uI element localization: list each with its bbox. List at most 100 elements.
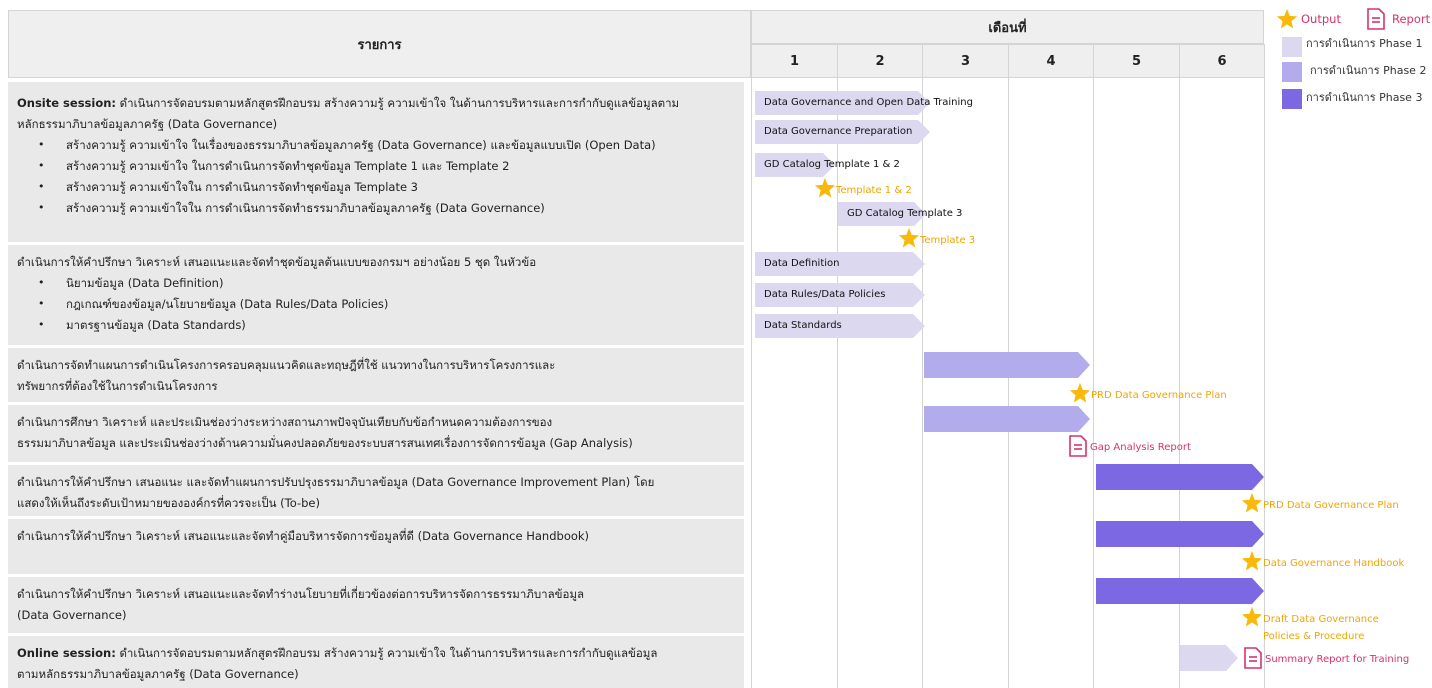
timeline-bar-phase3 xyxy=(1096,521,1264,547)
bar-arrow xyxy=(1096,578,1264,604)
grid-line xyxy=(922,72,923,688)
timeline-bar-phase3 xyxy=(1096,464,1264,490)
milestone-label: Template 1 & 2 xyxy=(836,185,912,196)
task-description-line: ดำเนินการให้คำปรึกษา เสนอแนะ และจัดทำแผน… xyxy=(17,475,654,489)
bar-arrow xyxy=(1180,645,1238,671)
bullet-dot: • xyxy=(38,138,45,151)
timeline-bar-phase2 xyxy=(924,406,1090,432)
output-legend-label: Output xyxy=(1301,12,1341,26)
star-shape xyxy=(1241,492,1263,513)
report-legend-label: Report xyxy=(1392,12,1431,26)
month-cell-1: 1 xyxy=(751,44,838,78)
task-row xyxy=(8,519,744,574)
task-row xyxy=(8,577,744,633)
phase1-swatch xyxy=(1282,37,1302,57)
task-description-line: ดำเนินการให้คำปรึกษา วิเคราะห์ เสนอแนะแล… xyxy=(17,255,536,269)
months-header: เดือนที่ xyxy=(751,10,1264,44)
bar-shape xyxy=(924,352,1090,378)
grid-line xyxy=(751,72,752,688)
bar-label: Data Rules/Data Policies xyxy=(764,289,886,300)
bullet-item: นิยามข้อมูล (Data Definition) xyxy=(66,276,224,290)
task-text: ดำเนินการให้คำปรึกษา วิเคราะห์ เสนอแนะแล… xyxy=(17,255,537,269)
grid-line xyxy=(1008,72,1009,688)
milestone-label: Summary Report for Training xyxy=(1265,654,1410,665)
month-number: 4 xyxy=(1046,53,1056,69)
timeline-bar-phase1 xyxy=(1180,645,1238,671)
milestone-label: PRD Data Governance Plan xyxy=(1263,500,1399,511)
session-type-label: Onsite session: xyxy=(17,96,117,110)
bullet-item: สร้างความรู้ ความเข้าใจ ในการดำเนินการจั… xyxy=(66,159,510,173)
bullet-dot: • xyxy=(38,297,45,310)
milestone-label: Template 3 xyxy=(920,235,976,246)
timeline-bar-phase1: GD Catalog Template 3 xyxy=(838,202,962,226)
task-description-line: ดำเนินการจัดทำแผนการดำเนินโครงการครอบคลุ… xyxy=(17,358,555,372)
task-text: ดำเนินการให้คำปรึกษา วิเคราะห์ เสนอแนะแล… xyxy=(17,529,590,543)
month-cell-3: 3 xyxy=(922,44,1009,78)
task-text: ดำเนินการจัดทำแผนการดำเนินโครงการครอบคลุ… xyxy=(17,358,556,372)
report-document-icon xyxy=(1244,647,1262,669)
milestone-label: Data Governance Handbook xyxy=(1263,558,1405,569)
task-text: ดำเนินการให้คำปรึกษา วิเคราะห์ เสนอแนะแล… xyxy=(17,587,585,601)
milestone-label-line2: Policies & Procedure xyxy=(1263,631,1365,642)
bullet-dot: • xyxy=(38,318,45,331)
milestone-label: Gap Analysis Report xyxy=(1090,442,1191,453)
bar-shape xyxy=(1096,521,1264,547)
task-text: ตามหลักธรรมาภิบาลข้อมูลภาครัฐ (Data Gove… xyxy=(17,667,299,681)
star-shape xyxy=(1241,550,1263,571)
task-description-line: แสดงให้เห็นถึงระดับเป้าหมายขององค์กรที่ค… xyxy=(17,496,320,510)
month-number: 3 xyxy=(960,53,971,69)
bar-arrow xyxy=(924,406,1090,432)
bullet-item: สร้างความรู้ ความเข้าใจใน การดำเนินการจั… xyxy=(66,201,545,215)
grid-line xyxy=(1093,72,1094,688)
star-shape xyxy=(1276,8,1298,29)
task-text: ธรรมมาภิบาลข้อมูล และประเมินช่องว่างด้าน… xyxy=(17,436,633,450)
bullet-dot: • xyxy=(38,180,45,193)
task-description-line: ดำเนินการให้คำปรึกษา วิเคราะห์ เสนอแนะแล… xyxy=(17,587,584,601)
task-description-line: ทรัพยากรที่ต้องใช้ในการดำเนินโครงการ xyxy=(17,379,218,393)
output-star-icon xyxy=(1069,382,1091,403)
phase2-swatch xyxy=(1282,62,1302,82)
star-shape xyxy=(814,177,836,198)
task-description-line: (Data Governance) xyxy=(17,608,126,622)
month-number: 2 xyxy=(875,53,885,69)
milestone-label: Draft Data Governance xyxy=(1263,614,1379,625)
bar-label: Data Definition xyxy=(764,258,840,269)
bullet-item: สร้างความรู้ ความเข้าใจใน การดำเนินการจั… xyxy=(66,180,419,194)
bullet-dot: • xyxy=(38,276,45,289)
month-number: 5 xyxy=(1131,53,1142,69)
phase3-swatch xyxy=(1282,89,1302,109)
task-description-line: Onsite session: ดำเนินการจัดอบรมตามหลักส… xyxy=(17,96,679,110)
items-header: รายการ xyxy=(8,10,751,78)
milestone-label: PRD Data Governance Plan xyxy=(1091,390,1227,401)
bar-label: GD Catalog Template 1 & 2 xyxy=(764,159,900,170)
output-star-icon xyxy=(1241,550,1263,571)
report-document-icon xyxy=(1069,435,1087,457)
bar-arrow xyxy=(924,352,1090,378)
star-shape xyxy=(1069,382,1091,403)
session-type-label: Online session: xyxy=(17,646,116,660)
task-row xyxy=(8,348,744,402)
grid-line xyxy=(1264,72,1265,688)
bar-label: Data Governance and Open Data Training xyxy=(764,97,973,108)
bullet-item: สร้างความรู้ ความเข้าใจ ในเรื่องของธรรมา… xyxy=(66,138,656,152)
phase3-legend-label: การดำเนินการ Phase 3 xyxy=(1306,91,1423,104)
output-star-icon xyxy=(1241,606,1263,627)
months-header-label: เดือนที่ xyxy=(988,20,1027,36)
bar-label: Data Governance Preparation xyxy=(764,126,913,137)
star-shape xyxy=(1241,606,1263,627)
timeline-bar-phase1: Data Definition xyxy=(755,252,925,276)
bar-shape xyxy=(1096,578,1264,604)
phase1-legend-label: การดำเนินการ Phase 1 xyxy=(1306,37,1423,50)
task-text: ทรัพยากรที่ต้องใช้ในการดำเนินโครงการ xyxy=(17,379,218,393)
timeline-bar-phase3 xyxy=(1096,578,1264,604)
timeline-bar-phase1: Data Rules/Data Policies xyxy=(755,283,925,307)
bullet-item: กฎเกณฑ์ของข้อมูล/นโยบายข้อมูล (Data Rule… xyxy=(66,297,389,311)
bar-shape xyxy=(1096,464,1264,490)
task-text: (Data Governance) xyxy=(17,608,127,622)
task-text: ดำเนินการศึกษา วิเคราะห์ และประเมินช่องว… xyxy=(17,415,553,429)
task-text: ดำเนินการจัดอบรมตามหลักสูตรฝึกอบรม สร้าง… xyxy=(119,96,680,110)
task-description-line: Online session: ดำเนินการจัดอบรมตามหลักส… xyxy=(17,646,657,660)
bar-shape xyxy=(1180,645,1238,671)
timeline-bar-phase2 xyxy=(924,352,1090,378)
task-description-line: หลักธรรมาภิบาลข้อมูลภาครัฐ (Data Governa… xyxy=(17,117,277,131)
